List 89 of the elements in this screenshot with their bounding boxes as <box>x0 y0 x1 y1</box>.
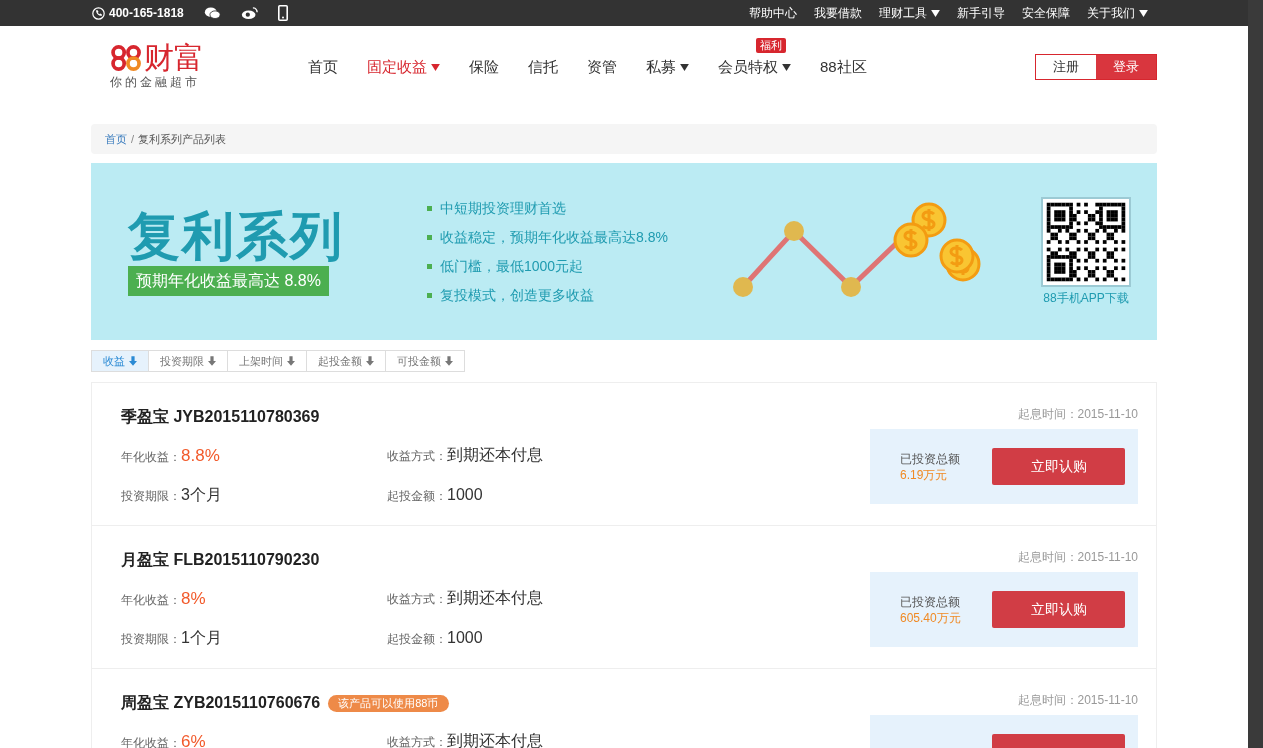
field-label: 起投金额： <box>387 487 447 505</box>
phone-icon <box>92 6 105 20</box>
buy-button[interactable]: 立即认购 <box>992 591 1125 628</box>
invested-label: 已投资总额 <box>900 450 960 467</box>
nav-item[interactable]: 信托 <box>528 55 558 79</box>
bullet-icon <box>427 205 432 211</box>
top-link[interactable]: 理财工具 <box>879 4 940 22</box>
product-name[interactable]: 周盈宝 ZYB2015110760676 <box>121 691 321 715</box>
nav-item[interactable]: 资管 <box>587 55 617 79</box>
top-link[interactable]: 关于我们 <box>1087 4 1148 22</box>
field-value: 到期还本付息 <box>447 588 543 608</box>
nav-item[interactable]: 首页 <box>308 55 338 79</box>
field-label: 年化收益： <box>121 592 181 609</box>
banner-point: 中短期投资理财首选 <box>440 198 566 218</box>
chat-icon[interactable] <box>203 6 221 20</box>
field-label: 投资期限： <box>121 630 181 648</box>
down-arrow-icon <box>208 356 216 366</box>
field-label: 收益方式： <box>387 448 447 465</box>
phone-device-icon[interactable] <box>277 5 288 21</box>
breadcrumb-link[interactable]: 复利系列产品列表 <box>138 130 227 148</box>
top-link[interactable]: 新手引导 <box>957 4 1005 22</box>
product-name[interactable]: 季盈宝 JYB2015110780369 <box>121 405 320 429</box>
banner-point: 低门槛，最低1000元起 <box>440 256 584 276</box>
field-value: 3个月 <box>181 484 222 505</box>
down-arrow-icon <box>129 356 137 366</box>
sort-tab[interactable]: 起投金额 <box>306 350 386 372</box>
top-link[interactable]: 我要借款 <box>814 4 862 22</box>
bullet-icon <box>427 292 432 298</box>
field-label: 年化收益： <box>121 735 181 748</box>
field-value: 到期还本付息 <box>447 731 543 748</box>
logo-icon <box>110 45 144 71</box>
start-label: 起息时间： <box>1017 549 1078 566</box>
field-label: 投资期限： <box>121 487 181 505</box>
scrollbar[interactable] <box>1248 0 1263 748</box>
qr-code-icon <box>1041 196 1131 287</box>
nav-item[interactable]: 固定收益 <box>367 55 440 79</box>
field-label: 年化收益： <box>121 449 181 466</box>
start-label: 起息时间： <box>1017 692 1078 709</box>
logo-tagline: 你的金融超市 <box>110 74 201 91</box>
phone-number: 400-165-1818 <box>109 5 184 22</box>
sort-tab[interactable]: 可投金额 <box>385 350 465 372</box>
trend-point <box>733 276 753 297</box>
field-label: 收益方式： <box>387 734 447 748</box>
site-logo[interactable]: 财富 你的金融超市 <box>110 43 220 91</box>
product-name[interactable]: 月盈宝 FLB2015110790230 <box>121 548 320 572</box>
field-value: 6% <box>181 731 206 748</box>
nav-item[interactable]: 会员特权 <box>718 55 791 79</box>
field-value: 1个月 <box>181 627 222 648</box>
trend-point <box>784 220 804 241</box>
login-button[interactable]: 登录 <box>1096 55 1156 79</box>
badge: 福利 <box>756 37 786 53</box>
bullet-icon <box>427 234 432 240</box>
field-value: 8.8% <box>181 445 220 467</box>
banner-point: 复投模式，创造更多收益 <box>440 285 594 305</box>
start-label: 起息时间： <box>1017 406 1078 423</box>
sort-tab[interactable]: 投资期限 <box>148 350 228 372</box>
coin-tag: 该产品可以使用88币 <box>328 694 449 712</box>
banner-title: 复利系列 <box>128 207 344 264</box>
logo-text: 财富 <box>144 43 204 73</box>
weibo-icon[interactable] <box>240 6 258 20</box>
start-date: 2015-11-10 <box>1077 692 1138 709</box>
nav-item[interactable]: 保险 <box>469 55 499 79</box>
qr-caption: 88手机APP下载 <box>1043 289 1129 307</box>
breadcrumb-separator: / <box>131 131 135 147</box>
field-value: 1000 <box>447 484 483 505</box>
top-link[interactable]: 安全保障 <box>1022 4 1070 22</box>
down-arrow-icon <box>287 356 295 366</box>
field-value: 到期还本付息 <box>447 445 543 465</box>
field-label: 起投金额： <box>387 630 447 648</box>
start-date: 2015-11-10 <box>1077 406 1138 423</box>
invested-label: 已投资总额 <box>900 593 961 610</box>
field-value: 8% <box>181 588 206 610</box>
field-label: 收益方式： <box>387 591 447 608</box>
down-arrow-icon <box>445 356 453 366</box>
sort-tab[interactable]: 上架时间 <box>227 350 307 372</box>
field-value: 1000 <box>447 627 483 648</box>
banner-subtitle: 预期年化收益最高达 8.8% <box>128 265 329 296</box>
bullet-icon <box>427 263 432 269</box>
breadcrumb-link[interactable]: 首页 <box>105 130 127 148</box>
nav-item[interactable]: 88社区 <box>820 55 867 79</box>
buy-button[interactable]: 立即认购 <box>992 448 1125 485</box>
top-link[interactable]: 帮助中心 <box>749 4 797 22</box>
invested-amount: 6.19万元 <box>900 466 949 483</box>
banner-point: 收益稳定，预期年化收益最高达8.8% <box>440 227 668 247</box>
nav-item[interactable]: 私募 <box>646 55 689 79</box>
trend-point <box>841 276 861 297</box>
start-date: 2015-11-10 <box>1077 549 1138 566</box>
down-arrow-icon <box>366 356 374 366</box>
invested-amount: 605.40万元 <box>900 609 961 626</box>
